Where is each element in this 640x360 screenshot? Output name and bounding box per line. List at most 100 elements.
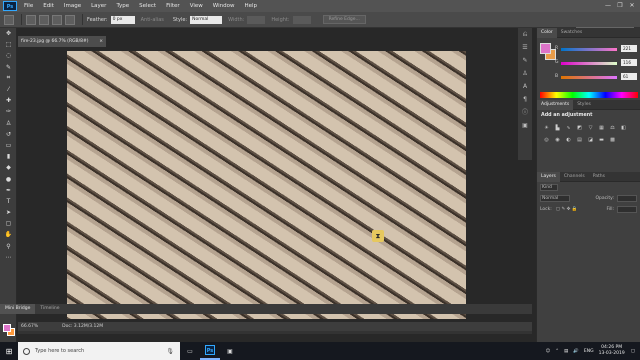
tab-timeline[interactable]: Timeline: [35, 304, 64, 314]
menu-image[interactable]: Image: [59, 0, 86, 12]
tab-channels[interactable]: Channels: [560, 172, 589, 182]
marquee-tool-icon[interactable]: [4, 14, 14, 25]
clone-stamp-tool-icon[interactable]: ♙: [0, 118, 17, 129]
intersect-selection-icon[interactable]: [65, 14, 75, 25]
taskbar-search[interactable]: Type here to search 🎙: [18, 342, 180, 360]
menu-view[interactable]: View: [185, 0, 208, 12]
path-select-tool-icon[interactable]: ➤: [0, 207, 17, 218]
height-input[interactable]: [292, 15, 311, 24]
network-icon[interactable]: ▤: [564, 349, 568, 354]
exposure-icon[interactable]: ◩: [575, 124, 584, 133]
horizontal-scrollbar[interactable]: [18, 331, 532, 334]
eyedropper-tool-icon[interactable]: ⁄: [0, 84, 17, 95]
photo-filter-icon[interactable]: ◎: [542, 136, 551, 145]
opacity-input[interactable]: [617, 195, 637, 202]
people-icon[interactable]: ☺: [546, 349, 551, 354]
microphone-icon[interactable]: 🎙: [166, 348, 174, 355]
green-value[interactable]: 116: [621, 59, 637, 66]
navigator-icon[interactable]: ▣: [518, 119, 532, 132]
history-brush-tool-icon[interactable]: ↺: [0, 129, 17, 140]
tab-mini-bridge[interactable]: Mini Bridge: [0, 304, 36, 314]
gradient-map-icon[interactable]: ▬: [597, 136, 606, 145]
tab-layers[interactable]: Layers: [537, 171, 560, 182]
zoom-level[interactable]: 66.67%: [21, 324, 38, 329]
volume-icon[interactable]: 🔊: [573, 349, 579, 354]
tab-color[interactable]: Color: [537, 27, 557, 38]
refine-edge-button[interactable]: Refine Edge...: [322, 15, 366, 24]
clock[interactable]: 04:26 PM 13-03-2019: [599, 345, 625, 357]
menu-filter[interactable]: Filter: [161, 0, 185, 12]
task-view-icon[interactable]: ▭: [180, 342, 200, 360]
gradient-tool-icon[interactable]: ▮: [0, 151, 17, 162]
info-icon[interactable]: ⓘ: [518, 106, 532, 119]
quick-select-tool-icon[interactable]: ✎: [0, 62, 17, 73]
blur-tool-icon[interactable]: ◆: [0, 162, 17, 173]
menu-select[interactable]: Select: [134, 0, 161, 12]
brush-tool-icon[interactable]: ✑: [0, 106, 17, 117]
properties-icon[interactable]: ☰: [518, 41, 532, 54]
tab-styles[interactable]: Styles: [573, 100, 595, 110]
dodge-tool-icon[interactable]: ●: [0, 173, 17, 184]
blue-track[interactable]: [561, 76, 617, 79]
vibrance-icon[interactable]: ▽: [586, 124, 595, 133]
anti-alias-checkbox[interactable]: Anti-alias: [141, 17, 164, 23]
eraser-tool-icon[interactable]: ▭: [0, 140, 17, 151]
restore-button[interactable]: ❐: [614, 0, 626, 12]
add-selection-icon[interactable]: [39, 14, 49, 25]
minimize-button[interactable]: —: [602, 0, 614, 12]
fill-input[interactable]: [617, 206, 637, 213]
lock-icons[interactable]: ▢ ✎ ✥ 🔒: [556, 207, 578, 212]
move-tool-icon[interactable]: ✥: [0, 28, 17, 39]
healing-brush-tool-icon[interactable]: ✚: [0, 95, 17, 106]
more-tools-icon[interactable]: ⋯: [0, 252, 17, 263]
color-balance-icon[interactable]: ⚖: [608, 124, 617, 133]
menu-window[interactable]: Window: [208, 0, 240, 12]
menu-type[interactable]: Type: [111, 0, 134, 12]
blend-mode-select[interactable]: Normal: [540, 195, 570, 202]
menu-layer[interactable]: Layer: [86, 0, 111, 12]
posterize-icon[interactable]: ▤: [575, 136, 584, 145]
document-tab[interactable]: fire-23.jpg @ 66.7% (RGB/8#) ×: [18, 36, 106, 47]
character-icon[interactable]: A: [518, 80, 532, 93]
green-track[interactable]: [561, 62, 617, 65]
menu-file[interactable]: File: [19, 0, 38, 12]
red-track[interactable]: [561, 48, 617, 51]
blue-slider[interactable]: B 61: [555, 72, 639, 82]
pen-tool-icon[interactable]: ✒: [0, 185, 17, 196]
show-hidden-icons[interactable]: ⌃: [555, 349, 559, 354]
tab-adjustments[interactable]: Adjustments: [537, 99, 574, 110]
levels-icon[interactable]: ▙: [553, 124, 562, 133]
type-tool-icon[interactable]: T: [0, 196, 17, 207]
tab-swatches[interactable]: Swatches: [557, 28, 587, 38]
menu-edit[interactable]: Edit: [38, 0, 59, 12]
history-icon[interactable]: ⎌: [518, 28, 532, 41]
hue-saturation-icon[interactable]: ▦: [597, 124, 606, 133]
language-indicator[interactable]: ENG: [584, 349, 594, 354]
clone-source-icon[interactable]: ♙: [518, 67, 532, 80]
notifications-icon[interactable]: ▢: [631, 349, 635, 354]
width-input[interactable]: [247, 15, 266, 24]
windows-start-icon[interactable]: ⊞: [0, 342, 18, 360]
close-tab-icon[interactable]: ×: [99, 36, 103, 47]
threshold-icon[interactable]: ◪: [586, 136, 595, 145]
color-spectrum[interactable]: [540, 92, 638, 98]
red-slider[interactable]: R 221: [555, 44, 639, 54]
green-slider[interactable]: G 116: [555, 58, 639, 68]
photoshop-taskbar-button[interactable]: Ps: [200, 342, 220, 360]
red-value[interactable]: 221: [621, 45, 637, 52]
hand-tool-icon[interactable]: ✋: [0, 229, 17, 240]
brush-icon[interactable]: ✎: [518, 54, 532, 67]
kind-filter-select[interactable]: Kind: [540, 184, 558, 191]
crop-tool-icon[interactable]: ⌗: [0, 73, 17, 84]
blue-value[interactable]: 61: [621, 73, 637, 80]
style-select[interactable]: Normal: [190, 15, 223, 24]
curves-icon[interactable]: ∿: [564, 124, 573, 133]
firewood-image[interactable]: ⧗: [67, 51, 466, 319]
feather-input[interactable]: 0 px: [110, 15, 135, 24]
invert-icon[interactable]: ◐: [564, 136, 573, 145]
black-white-icon[interactable]: ◧: [619, 124, 628, 133]
lasso-tool-icon[interactable]: ◌: [0, 50, 17, 61]
close-button[interactable]: ✕: [626, 0, 638, 12]
menu-help[interactable]: Help: [239, 0, 262, 12]
tab-paths[interactable]: Paths: [589, 172, 609, 182]
